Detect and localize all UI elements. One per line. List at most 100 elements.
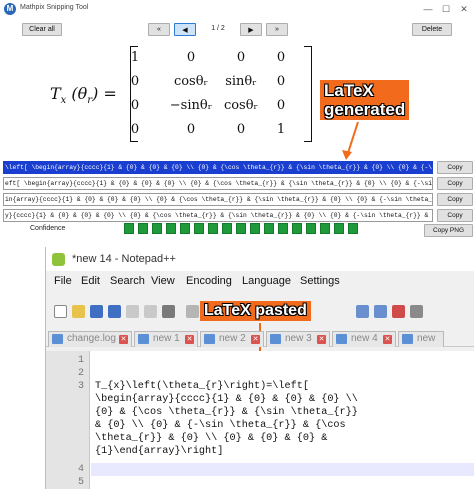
previous-page-button[interactable]: ◀ xyxy=(174,23,196,36)
confidence-segment xyxy=(222,223,232,234)
menu-file[interactable]: File xyxy=(54,275,72,287)
window-title: *new 14 - Notepad++ xyxy=(72,253,176,265)
annotation-latex-generated: LaTeX generated xyxy=(320,80,410,120)
confidence-segment xyxy=(320,223,330,234)
line-number: 2 xyxy=(77,368,84,379)
matrix-cell: 0 xyxy=(276,98,286,113)
result-row-3[interactable]: in{array}{cccc}{1} & {0} & {0} & {0} \\ … xyxy=(3,193,433,206)
close-tab-icon[interactable]: ✕ xyxy=(251,335,260,344)
rendered-equation: Tx (θr) = 1 0 0 0 0 cosθᵣ sinθᵣ 0 0 −sinθᵣ cosθᵣ 0 0… xyxy=(48,44,318,148)
confidence-segment xyxy=(348,223,358,234)
copy-png-button[interactable]: Copy PNG xyxy=(424,224,473,237)
close-tab-icon[interactable]: ✕ xyxy=(185,335,194,344)
line-number: 1 xyxy=(77,355,84,366)
copy-button-1[interactable]: Copy xyxy=(437,161,473,174)
copy-button-2[interactable]: Copy xyxy=(437,177,473,190)
save-all-icon[interactable] xyxy=(108,305,121,318)
file-icon xyxy=(204,334,215,344)
result-row-1[interactable]: \left[ \begin{array}{cccc}{1} & {0} & {0… xyxy=(3,161,433,174)
new-file-icon[interactable] xyxy=(54,305,67,318)
annotation-arrow-icon xyxy=(342,121,359,160)
menu-view[interactable]: View xyxy=(151,275,175,287)
line-number: 4 xyxy=(77,464,84,475)
matrix-cell: 0 xyxy=(276,50,286,65)
matrix-cell: 1 xyxy=(276,122,286,137)
current-line-highlight xyxy=(91,463,474,476)
menu-encoding[interactable]: Encoding xyxy=(186,275,232,287)
menu-settings[interactable]: Settings xyxy=(300,275,340,287)
print-icon[interactable] xyxy=(162,305,175,318)
last-page-button[interactable]: » xyxy=(266,23,288,36)
confidence-segment xyxy=(334,223,344,234)
confidence-segment xyxy=(278,223,288,234)
tab-new-2[interactable]: new 2 ✕ xyxy=(200,331,264,347)
code-line: {0} & {\cos \theta_{r}} & {\sin \theta_{… xyxy=(95,407,358,418)
matrix-cell: 0 xyxy=(276,74,286,89)
first-page-button[interactable]: « xyxy=(148,23,170,36)
close-file-icon[interactable] xyxy=(126,305,139,318)
notepadpp-logo-icon xyxy=(52,253,65,266)
code-line: \theta_{r}} & {0} \\ {0} & {0} & {0} & xyxy=(95,433,328,444)
next-page-button[interactable]: ▶ xyxy=(240,23,262,36)
confidence-segment xyxy=(194,223,204,234)
tab-new-4[interactable]: new 4 ✕ xyxy=(332,331,396,347)
annotation-latex-pasted: LaTeX pasted xyxy=(200,301,311,321)
word-wrap-icon[interactable] xyxy=(410,305,423,318)
tab-new-partial[interactable]: new xyxy=(398,331,444,347)
file-icon xyxy=(138,334,149,344)
code-line: \begin{array}{cccc}{1} & {0} & {0} & {0}… xyxy=(95,394,358,405)
minimize-button[interactable]: — xyxy=(420,2,436,16)
menu-bar: File Edit Search View Encoding Language … xyxy=(46,273,474,291)
zoom-out-icon[interactable] xyxy=(374,305,387,318)
tab-new-3[interactable]: new 3 ✕ xyxy=(266,331,330,347)
copy-button-4[interactable]: Copy xyxy=(437,209,473,222)
zoom-in-icon[interactable] xyxy=(356,305,369,318)
menu-language[interactable]: Language xyxy=(242,275,291,287)
result-row-2[interactable]: eft[ \begin{array}{cccc}{1} & {0} & {0} … xyxy=(3,177,433,190)
close-tab-icon[interactable]: ✕ xyxy=(383,335,392,344)
tab-bar: change.log ✕ new 1 ✕ new 2 ✕ new 3 ✕ new… xyxy=(46,329,474,347)
close-all-icon[interactable] xyxy=(144,305,157,318)
confidence-segment xyxy=(180,223,190,234)
copy-button-3[interactable]: Copy xyxy=(437,193,473,206)
tab-change-log[interactable]: change.log ✕ xyxy=(48,331,132,347)
save-icon[interactable] xyxy=(90,305,103,318)
confidence-segment xyxy=(236,223,246,234)
window-title: Mathpix Snipping Tool xyxy=(20,4,89,11)
result-row-4[interactable]: y}{cccc}{1} & {0} & {0} & {0} \\ {0} & {… xyxy=(3,209,433,222)
delete-button[interactable]: Delete xyxy=(412,23,452,36)
editor[interactable]: 1 2 3 4 5 T_{x}\left(\theta_{r}\right)=\… xyxy=(46,351,474,489)
confidence-segment xyxy=(152,223,162,234)
file-icon xyxy=(270,334,281,344)
notepadpp-titlebar: *new 14 - Notepad++ xyxy=(46,247,474,271)
mathpix-logo-icon: M xyxy=(4,3,16,15)
confidence-segment xyxy=(166,223,176,234)
mathpix-window: M Mathpix Snipping Tool — ☐ ✕ Clear all … xyxy=(0,0,474,244)
code-line: T_{x}\left(\theta_{r}\right)=\left[ xyxy=(95,381,309,392)
maximize-button[interactable]: ☐ xyxy=(438,2,454,16)
code-line: & {0} \\ {0} & {-\sin \theta_{r}} & {\co… xyxy=(95,420,346,431)
mathpix-toolbar: Clear all « ◀ ▶ » Delete xyxy=(0,20,474,38)
sync-scroll-icon[interactable] xyxy=(392,305,405,318)
clear-all-button[interactable]: Clear all xyxy=(22,23,62,36)
confidence-segment xyxy=(250,223,260,234)
close-button[interactable]: ✕ xyxy=(456,2,472,16)
mathpix-titlebar: M Mathpix Snipping Tool — ☐ ✕ xyxy=(0,0,474,19)
close-tab-icon[interactable]: ✕ xyxy=(317,335,326,344)
open-file-icon[interactable] xyxy=(72,305,85,318)
confidence-segment xyxy=(138,223,148,234)
confidence-label: Confidence xyxy=(30,225,66,232)
cut-icon[interactable] xyxy=(186,305,199,318)
menu-search[interactable]: Search xyxy=(110,275,145,287)
line-number: 3 xyxy=(77,381,84,392)
file-icon xyxy=(402,334,413,344)
confidence-segment xyxy=(306,223,316,234)
tab-new-1[interactable]: new 1 ✕ xyxy=(134,331,198,347)
menu-edit[interactable]: Edit xyxy=(81,275,100,287)
confidence-segment xyxy=(208,223,218,234)
close-tab-icon[interactable]: ✕ xyxy=(119,335,128,344)
line-number: 5 xyxy=(77,477,84,488)
code-line: {1}\end{array}\right] xyxy=(95,446,224,457)
notepadpp-window: *new 14 - Notepad++ File Edit Search Vie… xyxy=(45,247,474,489)
file-icon xyxy=(336,334,347,344)
